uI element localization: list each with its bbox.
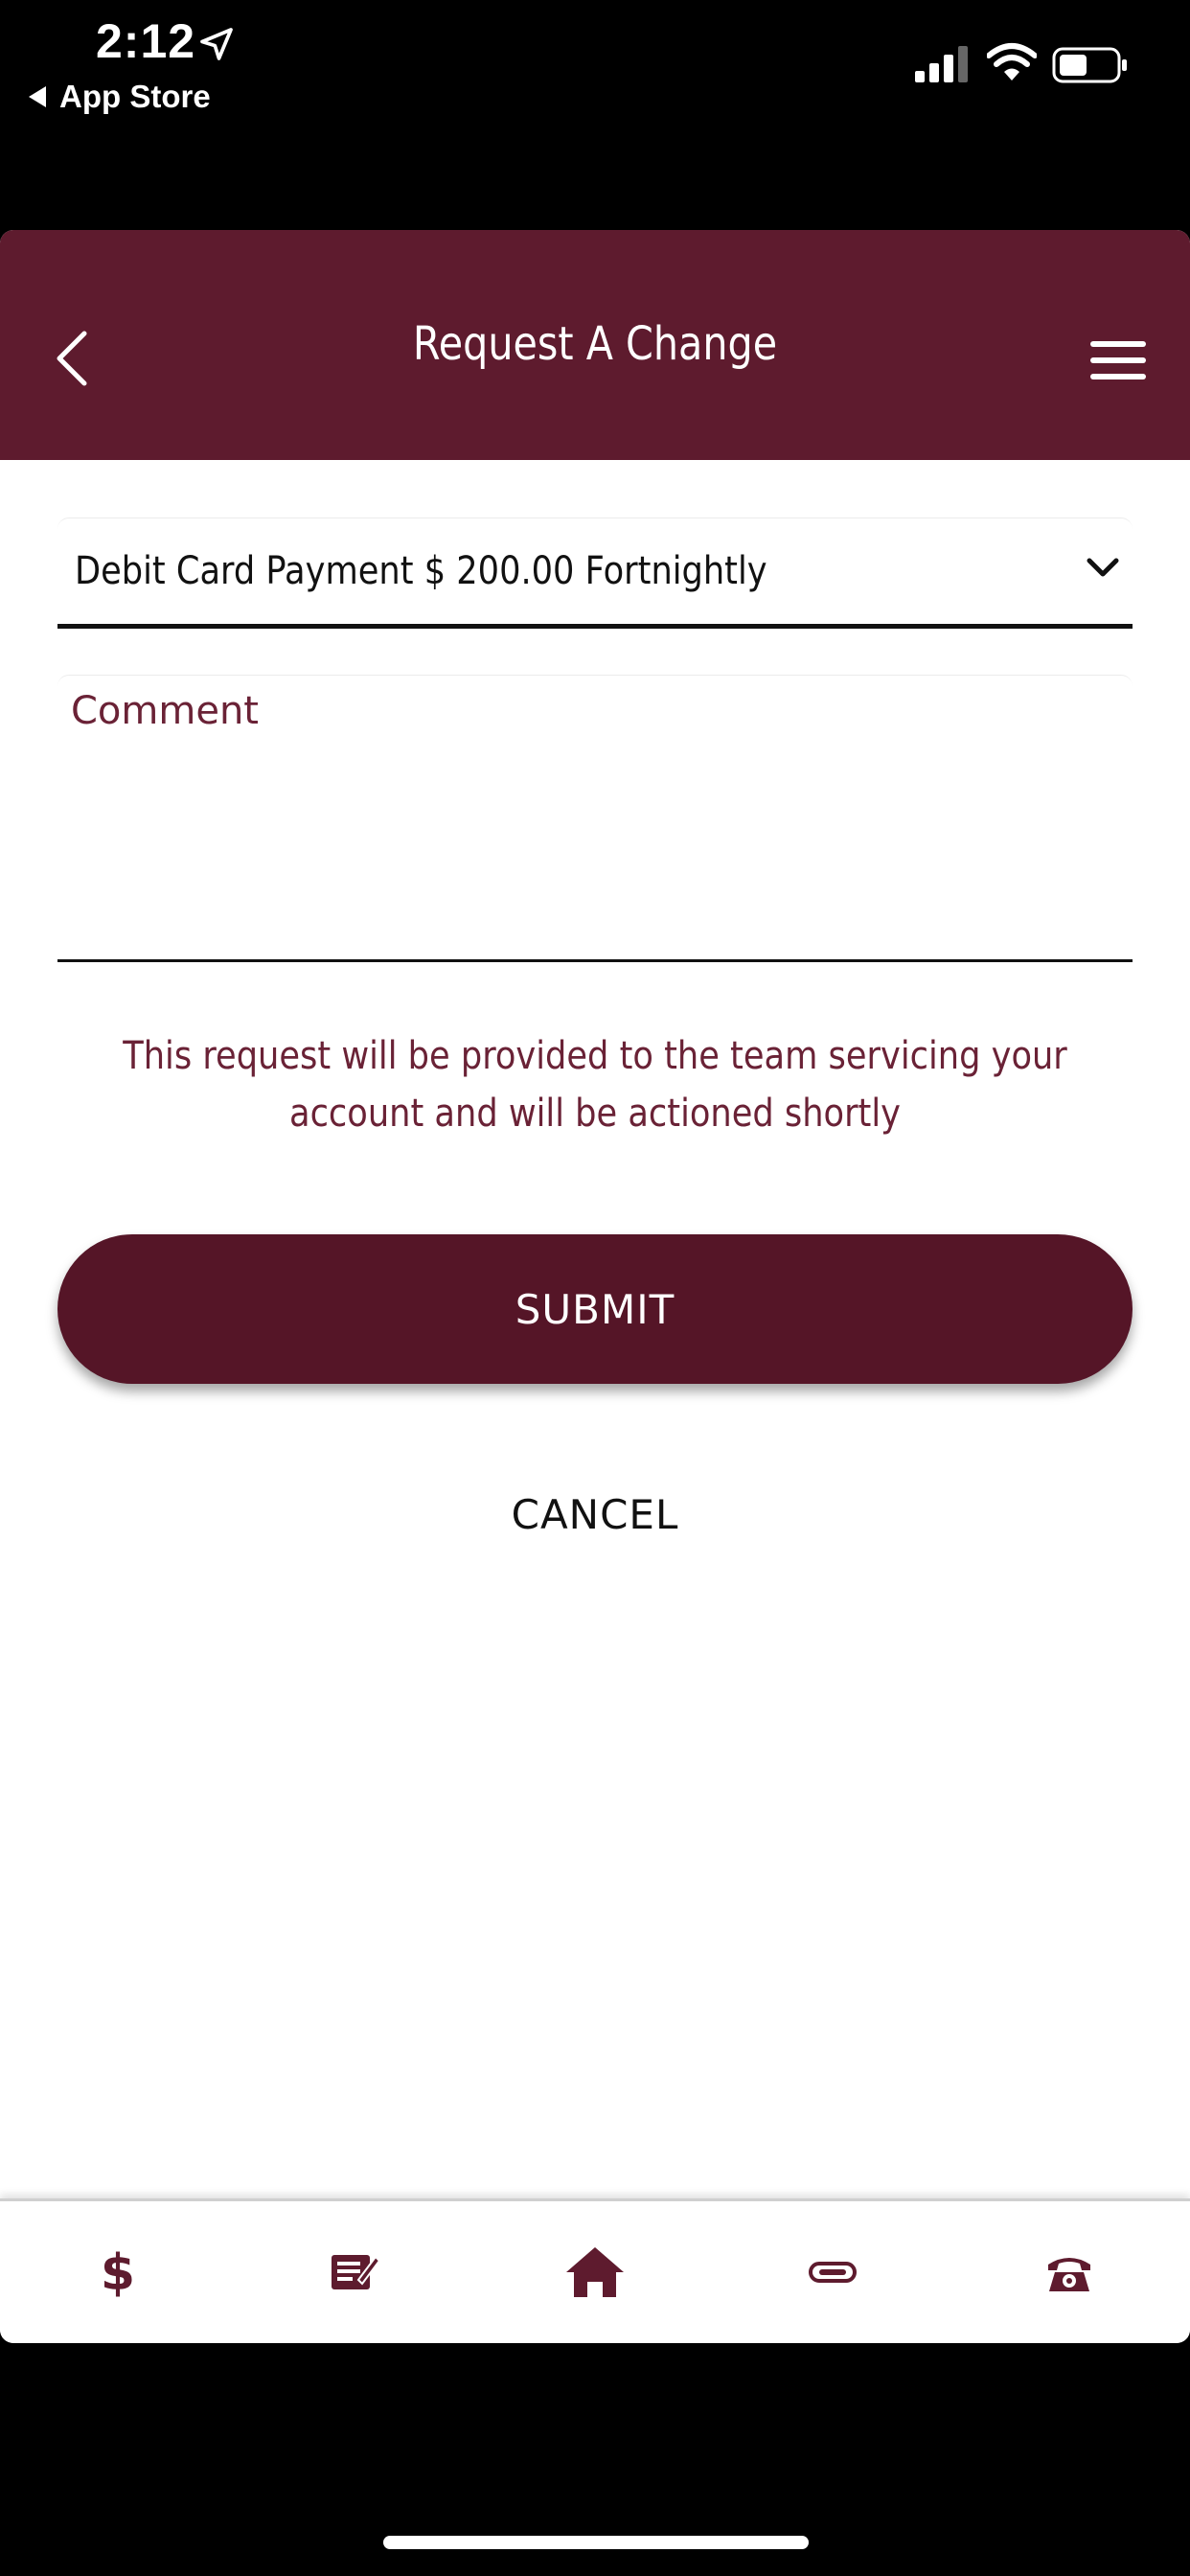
- page-title: Request A Change: [412, 317, 778, 371]
- nav-item-payments[interactable]: $: [70, 2234, 166, 2311]
- submit-button[interactable]: SUBMIT: [57, 1234, 1133, 1384]
- dollar-icon: $: [101, 2244, 135, 2301]
- cancel-button[interactable]: CANCEL: [403, 1476, 787, 1552]
- comment-textarea[interactable]: [57, 676, 1133, 959]
- bottom-nav: $: [0, 2198, 1190, 2343]
- comment-field-container: [57, 675, 1133, 962]
- nav-item-home[interactable]: [547, 2234, 643, 2311]
- nav-item-contact[interactable]: [1021, 2234, 1117, 2311]
- svg-text:$: $: [101, 2244, 135, 2301]
- wifi-icon: [987, 43, 1037, 80]
- nav-item-statements[interactable]: [307, 2234, 402, 2311]
- back-to-app-store[interactable]: App Store: [29, 79, 211, 115]
- location-arrow-icon: [200, 28, 233, 60]
- phone-icon: [1048, 2258, 1090, 2291]
- link-icon: [809, 2262, 857, 2283]
- app-screen: Request A Change Debit Card Payment $ 20…: [0, 230, 1190, 2343]
- home-indicator: [383, 2536, 809, 2549]
- header-bar: Request A Change: [0, 230, 1190, 460]
- back-to-app-store-label: App Store: [59, 79, 211, 114]
- status-time: 2:12: [96, 14, 196, 68]
- nav-item-links[interactable]: [785, 2234, 881, 2311]
- payment-select[interactable]: Debit Card Payment $ 200.00 Fortnightly: [57, 518, 1133, 629]
- status-bar: 2:12 App Store: [0, 0, 1190, 230]
- battery-icon: [1052, 47, 1127, 83]
- chevron-down-icon: [1087, 558, 1119, 577]
- notice-text-content: This request will be provided to the tea…: [123, 1034, 1067, 1136]
- cellular-signal-icon: [915, 46, 968, 82]
- home-icon: [566, 2247, 624, 2297]
- statement-icon: [332, 2255, 379, 2289]
- notice-text: This request will be provided to the tea…: [38, 1027, 1152, 1142]
- payment-select-value: Debit Card Payment $ 200.00 Fortnightly: [75, 549, 767, 593]
- back-triangle-icon: [29, 86, 46, 107]
- hamburger-menu-icon[interactable]: [1090, 339, 1146, 381]
